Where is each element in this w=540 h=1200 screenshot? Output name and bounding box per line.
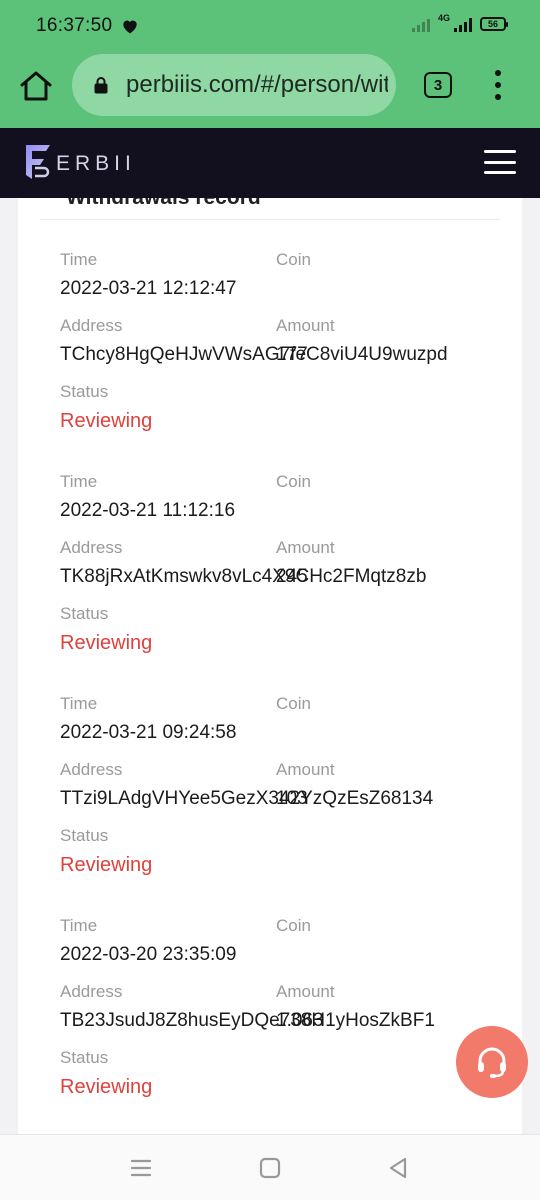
- amount-label: Amount: [276, 982, 335, 1001]
- status-value: Reviewing: [60, 1076, 153, 1098]
- coin-label: Coin: [276, 694, 311, 713]
- time-value: 2022-03-21 12:12:47: [60, 278, 237, 299]
- site-logo[interactable]: ERBII: [22, 142, 136, 182]
- time-value: 2022-03-20 23:35:09: [60, 944, 237, 965]
- time-field: Time 2022-03-21 12:12:47: [60, 250, 236, 300]
- status-label: Status: [60, 604, 109, 623]
- site-header: ERBII: [0, 128, 540, 198]
- time-value: 2022-03-21 09:24:58: [60, 722, 237, 743]
- time-value: 2022-03-21 11:12:16: [60, 500, 236, 521]
- status-bar: 16:37:50 4G 56: [0, 0, 540, 54]
- status-field: Status Reviewing: [60, 1048, 152, 1099]
- amount-value: 103: [276, 788, 308, 809]
- status-label: Status: [60, 382, 109, 401]
- address-label: Address: [60, 760, 123, 779]
- status-label: Status: [60, 826, 109, 845]
- signal-strength-icon: [454, 16, 472, 32]
- amount-field: Amount 245: [276, 538, 335, 588]
- hamburger-menu-icon[interactable]: [484, 150, 516, 174]
- browser-toolbar: perbiiis.com/#/person/withdrawals 3: [0, 54, 540, 128]
- url-text[interactable]: perbiiis.com/#/person/withdrawals: [126, 71, 388, 99]
- amount-field: Amount 103: [276, 760, 335, 810]
- coin-field: Coin: [276, 694, 311, 716]
- status-icons: 4G 56: [411, 13, 508, 32]
- time-field: Time 2022-03-20 23:35:09: [60, 916, 236, 966]
- withdrawal-record: Time 2022-03-21 12:12:47 Coin Address TC…: [60, 250, 500, 450]
- recent-apps-icon[interactable]: [128, 1155, 154, 1181]
- coin-label: Coin: [276, 472, 311, 491]
- tab-count: 3: [433, 76, 443, 94]
- coin-field: Coin: [276, 916, 311, 938]
- main-content: Withdrawals record Time 2022-03-21 12:12…: [0, 198, 540, 1134]
- back-icon[interactable]: [385, 1155, 411, 1181]
- headset-icon: [478, 1047, 506, 1078]
- time-label: Time: [60, 250, 98, 269]
- coin-label: Coin: [276, 916, 311, 935]
- time-label: Time: [60, 694, 98, 713]
- withdrawal-record: Time 2022-03-21 09:24:58 Coin Address TT…: [60, 694, 500, 894]
- heart-icon: [123, 20, 137, 34]
- system-navigation-bar: [0, 1134, 540, 1200]
- address-field: Address TK88jRxAtKmswkv8vLc4X9CHc2FMqtz8…: [60, 538, 426, 588]
- coin-label: Coin: [276, 250, 311, 269]
- address-field: Address TChcy8HgQeHJwVWsAG7feC8viU4U9wuz…: [60, 316, 448, 366]
- battery-level: 56: [487, 19, 498, 29]
- address-field: Address TTzi9LAdgVHYee5GezX342YzQzEsZ681…: [60, 760, 433, 810]
- network-type: 4G: [437, 13, 450, 23]
- address-value: TChcy8HgQeHJwVWsAG7feC8viU4U9wuzpd: [60, 344, 448, 365]
- time-field: Time 2022-03-21 11:12:16: [60, 472, 235, 522]
- amount-value: 177: [276, 344, 308, 365]
- status-label: Status: [60, 1048, 109, 1067]
- battery-icon: 56: [480, 17, 508, 31]
- customer-support-button[interactable]: [456, 1026, 528, 1098]
- status-field: Status Reviewing: [60, 604, 152, 655]
- tab-switcher-button[interactable]: 3: [424, 72, 452, 98]
- logo-mark-icon: [26, 145, 50, 179]
- status-value: Reviewing: [60, 632, 153, 654]
- amount-field: Amount 177: [276, 316, 335, 366]
- status-value: Reviewing: [60, 854, 153, 876]
- address-value: TTzi9LAdgVHYee5GezX342YzQzEsZ68134: [60, 788, 434, 809]
- status-field: Status Reviewing: [60, 382, 152, 433]
- coin-field: Coin: [276, 472, 311, 494]
- address-field: Address TB23JsudJ8Z8husEyDQe738H1yHosZkB…: [60, 982, 435, 1032]
- withdrawals-card: Withdrawals record Time 2022-03-21 12:12…: [18, 198, 522, 1134]
- withdrawal-record: Time 2022-03-21 11:12:16 Coin Address TK…: [60, 472, 500, 672]
- divider: [40, 219, 500, 220]
- more-options-icon[interactable]: [488, 70, 508, 100]
- status-time: 16:37:50: [36, 15, 113, 36]
- amount-field: Amount 1.063: [276, 982, 335, 1032]
- amount-label: Amount: [276, 538, 335, 557]
- address-value: TK88jRxAtKmswkv8vLc4X9CHc2FMqtz8zb: [60, 566, 427, 587]
- section-title: Withdrawals record: [66, 198, 261, 210]
- status-value: Reviewing: [60, 410, 153, 432]
- address-value: TB23JsudJ8Z8husEyDQe738H1yHosZkBF1: [60, 1010, 435, 1031]
- coin-field: Coin: [276, 250, 311, 272]
- time-field: Time 2022-03-21 09:24:58: [60, 694, 236, 744]
- amount-value: 245: [276, 566, 308, 587]
- signal-icon: [411, 16, 430, 32]
- address-label: Address: [60, 538, 123, 557]
- address-bar[interactable]: perbiiis.com/#/person/withdrawals: [72, 54, 396, 116]
- address-label: Address: [60, 982, 123, 1001]
- amount-label: Amount: [276, 760, 335, 779]
- home-icon[interactable]: [18, 68, 54, 104]
- home-nav-icon[interactable]: [257, 1155, 283, 1181]
- amount-value: 1.063: [276, 1010, 324, 1031]
- time-label: Time: [60, 916, 98, 935]
- time-label: Time: [60, 472, 98, 491]
- status-field: Status Reviewing: [60, 826, 152, 877]
- lock-icon: [94, 77, 108, 94]
- address-label: Address: [60, 316, 123, 335]
- amount-label: Amount: [276, 316, 335, 335]
- logo-text: ERBII: [56, 152, 136, 175]
- withdrawal-record: Time 2022-03-20 23:35:09 Coin Address TB…: [60, 916, 500, 1116]
